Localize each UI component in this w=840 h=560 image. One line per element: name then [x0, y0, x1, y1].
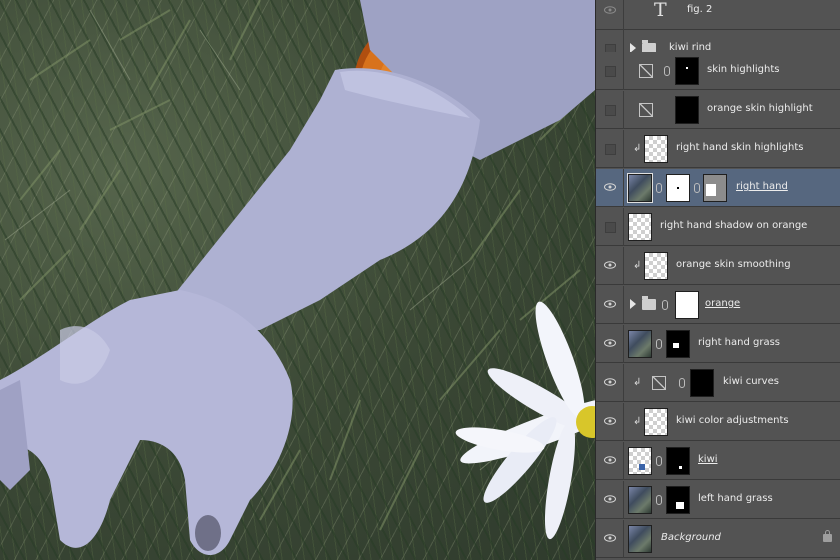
- layer-name: orange skin smoothing: [676, 259, 791, 270]
- eye-icon: [604, 534, 616, 542]
- hidden-box-icon: [605, 66, 616, 77]
- link-icon[interactable]: [656, 339, 662, 349]
- eye-icon: [604, 183, 616, 191]
- layer-mask-thumbnail[interactable]: [666, 330, 690, 358]
- layer-thumbnail[interactable]: [644, 135, 668, 163]
- layers-panel: T fig. 2 kiwi rind skin highlights orang…: [595, 0, 840, 560]
- document-canvas[interactable]: [0, 0, 595, 560]
- layer-left-hand-grass[interactable]: left hand grass: [596, 481, 840, 519]
- layer-name: orange skin highlight: [707, 103, 813, 114]
- layer-name: right hand grass: [698, 337, 781, 348]
- clipping-arrow-icon: ↲: [633, 143, 642, 154]
- layer-kiwi-color-adjustments[interactable]: ↲ kiwi color adjustments: [596, 403, 840, 441]
- layer-thumbnail[interactable]: [628, 525, 652, 553]
- layer-name: right hand: [736, 181, 788, 192]
- layer-thumbnail[interactable]: [628, 213, 652, 241]
- clipping-arrow-icon: ↲: [633, 260, 642, 271]
- eye-icon: [604, 300, 616, 308]
- layer-name: kiwi curves: [723, 376, 779, 387]
- layer-name: Background: [661, 532, 721, 543]
- curves-adjustment-icon: [639, 64, 653, 78]
- link-icon[interactable]: [656, 183, 662, 193]
- visibility-toggle[interactable]: [596, 208, 624, 246]
- visibility-toggle[interactable]: [596, 0, 624, 30]
- layer-right-hand[interactable]: right hand: [596, 169, 840, 207]
- hidden-box-icon: [605, 105, 616, 116]
- layer-name: orange: [705, 298, 741, 309]
- layer-thumbnail[interactable]: [628, 486, 652, 514]
- layer-thumbnail[interactable]: [628, 330, 652, 358]
- visibility-toggle[interactable]: [596, 91, 624, 129]
- layer-thumbnail[interactable]: [628, 447, 652, 475]
- layer-name: left hand grass: [698, 493, 773, 504]
- link-icon[interactable]: [656, 495, 662, 505]
- photoshop-workspace: T fig. 2 kiwi rind skin highlights orang…: [0, 0, 840, 560]
- lock-icon[interactable]: [823, 530, 832, 542]
- clipping-arrow-icon: ↲: [633, 416, 642, 427]
- eye-icon: [604, 417, 616, 425]
- visibility-toggle[interactable]: [596, 403, 624, 441]
- layer-background[interactable]: Background: [596, 520, 840, 558]
- layer-orange-group[interactable]: orange: [596, 286, 840, 324]
- layer-mask-thumbnail[interactable]: [675, 96, 699, 124]
- layer-kiwi-curves[interactable]: ↲ kiwi curves: [596, 364, 840, 402]
- layer-name: skin highlights: [707, 64, 780, 75]
- link-icon[interactable]: [662, 300, 668, 310]
- eye-icon: [604, 6, 616, 14]
- curves-adjustment-icon: [652, 376, 666, 390]
- folder-icon: [642, 296, 656, 310]
- layer-mask-thumbnail[interactable]: [675, 291, 699, 319]
- hidden-box-icon: [605, 144, 616, 155]
- layer-mask-thumbnail[interactable]: [690, 369, 714, 397]
- visibility-toggle[interactable]: [596, 52, 624, 90]
- layer-name: kiwi: [698, 454, 718, 465]
- layer-orange-skin-smoothing[interactable]: ↲ orange skin smoothing: [596, 247, 840, 285]
- smart-object-thumbnail[interactable]: [627, 173, 653, 203]
- link-icon[interactable]: [664, 66, 670, 76]
- visibility-toggle[interactable]: [596, 130, 624, 168]
- layer-fig-2[interactable]: T fig. 2: [596, 0, 840, 30]
- layer-name: right hand skin highlights: [676, 142, 804, 153]
- link-icon[interactable]: [679, 378, 685, 388]
- eye-icon: [604, 456, 616, 464]
- clipping-arrow-icon: ↲: [633, 377, 642, 388]
- eye-icon: [604, 378, 616, 386]
- visibility-toggle[interactable]: [596, 520, 624, 558]
- hand: [0, 290, 293, 555]
- layer-name: fig. 2: [687, 4, 713, 15]
- layer-name: right hand shadow on orange: [660, 220, 808, 231]
- layer-name: kiwi color adjustments: [676, 415, 789, 426]
- visibility-toggle[interactable]: [596, 286, 624, 324]
- visibility-toggle[interactable]: [596, 364, 624, 402]
- layer-mask-thumbnail[interactable]: [666, 447, 690, 475]
- visibility-toggle[interactable]: [596, 481, 624, 519]
- visibility-toggle[interactable]: [596, 442, 624, 480]
- composite-image: [0, 0, 595, 555]
- visibility-toggle[interactable]: [596, 247, 624, 285]
- layer-right-hand-grass[interactable]: right hand grass: [596, 325, 840, 363]
- visibility-toggle[interactable]: [596, 169, 624, 207]
- layer-orange-skin-highlight[interactable]: orange skin highlight: [596, 91, 840, 129]
- layer-mask-thumbnail[interactable]: [666, 486, 690, 514]
- curves-adjustment-icon: [639, 103, 653, 117]
- layer-kiwi[interactable]: kiwi: [596, 442, 840, 480]
- expand-arrow-icon[interactable]: [630, 299, 636, 309]
- eye-icon: [604, 339, 616, 347]
- layer-right-hand-skin-highlights[interactable]: ↲ right hand skin highlights: [596, 130, 840, 168]
- text-layer-icon: T: [654, 0, 667, 21]
- layer-mask-thumbnail[interactable]: [666, 174, 690, 202]
- daisy-flower: [455, 301, 595, 540]
- link-icon[interactable]: [694, 183, 700, 193]
- visibility-toggle[interactable]: [596, 325, 624, 363]
- hidden-box-icon: [605, 222, 616, 233]
- link-icon[interactable]: [656, 456, 662, 466]
- layer-thumbnail[interactable]: [644, 252, 668, 280]
- layer-right-hand-shadow-on-orange[interactable]: right hand shadow on orange: [596, 208, 840, 246]
- eye-icon: [604, 261, 616, 269]
- layer-mask-thumbnail[interactable]: [675, 57, 699, 85]
- layer-thumbnail[interactable]: [644, 408, 668, 436]
- eye-icon: [604, 495, 616, 503]
- layer-skin-highlights[interactable]: skin highlights: [596, 52, 840, 90]
- vector-mask-thumbnail[interactable]: [703, 174, 727, 202]
